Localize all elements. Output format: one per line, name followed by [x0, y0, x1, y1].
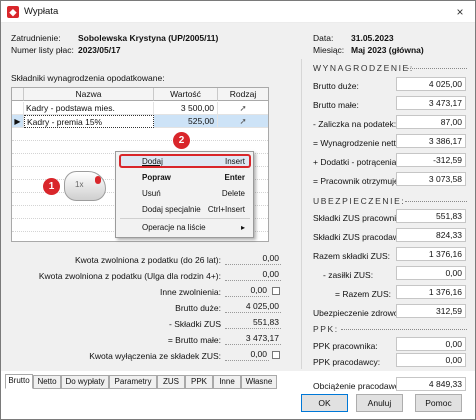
row-name: Kadry - podstawa mies.: [26, 102, 154, 115]
salary-section-title: WYNAGRODZENIE:: [313, 63, 414, 73]
payout-window: ◆ Wypłata × Zatrudnienie: Sobolewska Kry…: [0, 0, 476, 420]
additions-deductions-label: + Dodatki - potrącenia:: [313, 157, 399, 167]
tab-ppk[interactable]: PPK: [185, 375, 213, 389]
calculator-icon[interactable]: [272, 287, 280, 295]
list-number-label: Numer listy płac:: [11, 45, 74, 55]
zus-contrib-label: - Składki ZUS: [169, 319, 221, 329]
close-button[interactable]: ×: [449, 4, 471, 20]
employee-receives-value: 3 073,58: [396, 172, 466, 186]
tax-advance-label: - Zaliczka na podatek:: [313, 119, 397, 129]
tab-do-wyplaty[interactable]: Do wypłaty: [61, 375, 109, 389]
zus-benefits-value: 0,00: [396, 266, 466, 280]
tax-advance-value: 87,00: [396, 115, 466, 129]
other-exemptions-value[interactable]: 0,00: [225, 284, 269, 297]
insurance-section-title: UBEZPIECZENIE:: [313, 196, 406, 206]
context-menu: Dodaj Insert Popraw Enter Usuń Delete Do…: [115, 151, 254, 238]
net-salary-value: 3 386,17: [396, 134, 466, 148]
ppk-employee-value: 0,00: [396, 337, 466, 351]
employer-burden-value: 4 849,33: [396, 377, 466, 391]
ok-button[interactable]: OK: [301, 394, 348, 412]
tab-zus[interactable]: ZUS: [157, 375, 185, 389]
employer-burden-label: Obciążenie pracodawcy:: [313, 381, 406, 391]
menu-item-add-special[interactable]: Dodaj specjalnie Ctrl+Insert: [116, 203, 253, 217]
salary-gross-small-value: 3 473,17: [396, 96, 466, 110]
app-icon: ◆: [7, 6, 19, 18]
exempt-under26-label: Kwota zwolniona z podatku (do 26 lat):: [74, 255, 221, 265]
row-pointer-icon: ▶: [12, 115, 24, 128]
zus-exclusion-label: Kwota wyłączenia ze składek ZUS:: [89, 351, 221, 361]
zus-employer-value: 824,33: [396, 228, 466, 242]
ppk-section-title: PPK:: [313, 324, 339, 334]
mouse-icon: 1x: [64, 171, 106, 201]
salary-gross-small-label: Brutto małe:: [313, 100, 359, 110]
salary-gross-large-value: 4 025,00: [396, 77, 466, 91]
tab-brutto[interactable]: Brutto: [5, 374, 33, 389]
gross-large-label: Brutto duże:: [175, 303, 221, 313]
net-salary-label: = Wynagrodzenie netto:: [313, 138, 403, 148]
menu-item-add[interactable]: Dodaj Insert: [116, 155, 253, 169]
zus-total-label: Razem składki ZUS:: [313, 251, 390, 261]
ppk-employee-label: PPK pracownika:: [313, 341, 378, 351]
menu-item-edit[interactable]: Popraw Enter: [116, 171, 253, 185]
gross-small-label: = Brutto małe:: [167, 335, 221, 345]
zus-exclusion-value[interactable]: 0,00: [225, 348, 269, 361]
step-2-badge: 2: [173, 132, 190, 149]
cancel-button[interactable]: Anuluj: [356, 394, 403, 412]
row-value: 525,00: [154, 115, 218, 128]
chevron-right-icon: ▸: [240, 223, 245, 232]
tab-parametry[interactable]: Parametry: [109, 375, 157, 389]
month-value: Maj 2023 (główna): [351, 45, 424, 55]
additions-deductions-value: -312,59: [396, 153, 466, 167]
tab-inne[interactable]: Inne: [213, 375, 241, 389]
title-bar: ◆ Wypłata ×: [1, 1, 475, 23]
health-insurance-value: 312,59: [396, 304, 466, 318]
window-title: Wypłata: [24, 6, 59, 17]
date-value: 31.05.2023: [351, 33, 394, 43]
menu-item-list-operations[interactable]: Operacje na liście ▸: [116, 221, 253, 235]
zus-net-total-label: = Razem ZUS:: [335, 289, 391, 299]
menu-item-delete[interactable]: Usuń Delete: [116, 187, 253, 201]
gross-small-value: 3 473,17: [225, 332, 281, 345]
zus-employee-label: Składki ZUS pracownika:: [313, 213, 408, 223]
employee-value: Sobolewska Krystyna (UP/2005/11): [78, 33, 219, 43]
gross-large-value: 4 025,00: [225, 300, 281, 313]
ppk-employer-label: PPK pracodawcy:: [313, 357, 381, 367]
col-header-name[interactable]: Nazwa: [24, 88, 154, 101]
zus-employee-value: 551,83: [396, 209, 466, 223]
col-header-value[interactable]: Wartość: [154, 88, 218, 101]
tab-wlasne[interactable]: Własne: [241, 375, 277, 389]
zus-net-total-value: 1 376,16: [396, 285, 466, 299]
help-button[interactable]: Pomoc: [415, 394, 462, 412]
employee-label: Zatrudnienie:: [11, 33, 61, 43]
salary-gross-large-label: Brutto duże:: [313, 81, 359, 91]
row-name: Kadry - premia 15%: [24, 115, 154, 128]
table-row[interactable]: ▶ Kadry - premia 15% 525,00 ➚: [12, 115, 268, 128]
table-row[interactable]: Kadry - podstawa mies. 3 500,00 ➚: [12, 102, 268, 115]
list-number-value: 2023/05/17: [78, 45, 121, 55]
other-exemptions-label: Inne zwolnienia:: [160, 287, 221, 297]
date-label: Data:: [313, 33, 334, 43]
arrow-icon: ➚: [239, 103, 247, 113]
tab-netto[interactable]: Netto: [33, 375, 61, 389]
arrow-icon: ➚: [239, 116, 247, 126]
col-header-type[interactable]: Rodzaj: [218, 88, 268, 101]
employee-receives-label: = Pracownik otrzymuje:: [313, 176, 402, 186]
month-label: Miesiąc:: [313, 45, 345, 55]
ppk-employer-value: 0,00: [396, 353, 466, 367]
zus-total-value: 1 376,16: [396, 247, 466, 261]
exempt-family-label: Kwota zwolniona z podatku (Ulga dla rodz…: [38, 271, 221, 281]
zus-contrib-value: 551,83: [225, 316, 281, 329]
components-label: Składniki wynagrodzenia opodatkowane:: [11, 73, 165, 83]
exempt-family-value[interactable]: 0,00: [225, 268, 281, 281]
exempt-under26-value[interactable]: 0,00: [225, 252, 281, 265]
step-1-badge: 1: [43, 178, 60, 195]
zus-benefits-label: - zasiłki ZUS:: [323, 270, 374, 280]
row-value: 3 500,00: [154, 102, 218, 115]
calculator-icon[interactable]: [272, 351, 280, 359]
